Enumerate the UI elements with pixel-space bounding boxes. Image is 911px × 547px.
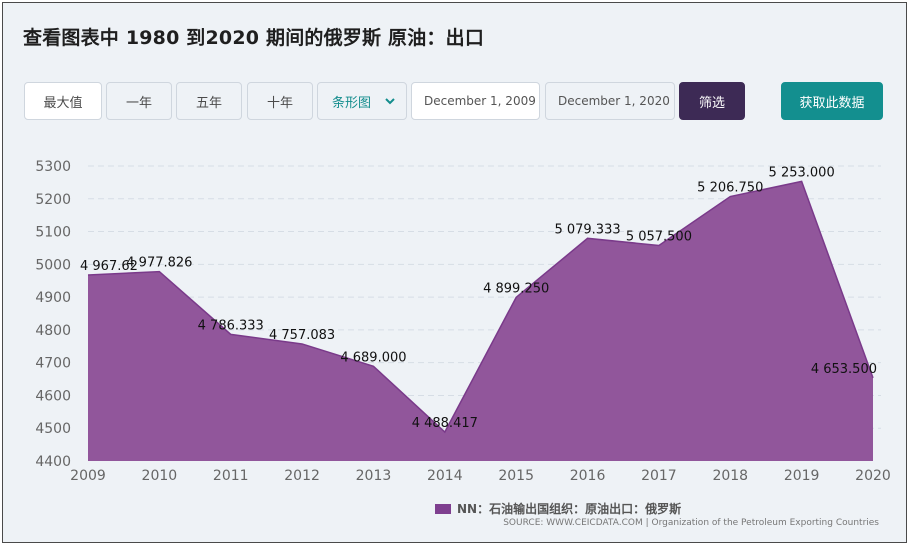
x-tick-label: 2014 [427, 468, 463, 484]
y-tick-label: 4700 [35, 356, 71, 372]
x-tick-label: 2017 [641, 468, 677, 484]
area-chart: 4400 4500 4600 4700 4800 4900 5000 5100 5200 5300… [35, 159, 891, 484]
data-label: 4 786.333 [198, 318, 264, 333]
x-tick-label: 2012 [284, 468, 320, 484]
y-tick-label: 5200 [35, 192, 71, 208]
x-tick-label: 2019 [784, 468, 820, 484]
data-label: 5 206.750 [697, 181, 763, 196]
data-label: 5 079.333 [554, 222, 620, 237]
data-label: 5 253.000 [769, 165, 835, 180]
data-label: 4 653.500 [811, 362, 877, 377]
x-tick-label: 2010 [142, 468, 178, 484]
y-tick-label: 4500 [35, 421, 71, 437]
data-label: 5 057.500 [626, 229, 692, 244]
data-label: 4 899.250 [483, 281, 549, 296]
legend-label: NN：石油输出国组织：原油出口：俄罗斯 [457, 502, 682, 516]
x-tick-label: 2013 [356, 468, 392, 484]
x-tick-label: 2015 [498, 468, 534, 484]
legend-swatch [435, 503, 451, 514]
y-tick-label: 4400 [35, 454, 71, 470]
x-tick-label: 2018 [712, 468, 748, 484]
data-label: 4 757.083 [269, 328, 335, 343]
x-tick-label: 2020 [855, 468, 891, 484]
legend: NN：石油输出国组织：原油出口：俄罗斯 [435, 500, 681, 517]
data-label: 4 488.417 [412, 416, 478, 431]
chart-panel: 查看图表中 1980 到2020 期间的俄罗斯 原油：出口 最大值 一年 五年 … [2, 2, 907, 543]
y-tick-label: 5100 [35, 225, 71, 241]
x-tick-label: 2016 [570, 468, 606, 484]
x-tick-label: 2011 [213, 468, 249, 484]
data-label: 4 689.000 [340, 350, 406, 365]
y-tick-label: 4900 [35, 290, 71, 306]
y-tick-label: 4600 [35, 388, 71, 404]
x-tick-label: 2009 [70, 468, 106, 484]
source-note: SOURCE: WWW.CEICDATA.COM | Organization … [503, 518, 879, 528]
data-label: 4 977.826 [126, 256, 192, 271]
y-tick-label: 5000 [35, 257, 71, 273]
y-tick-label: 4800 [35, 323, 71, 339]
x-axis-ticks: 2009 2010 2011 2012 2013 2014 2015 2016 2017 2018… [70, 468, 891, 484]
y-tick-label: 5300 [35, 159, 71, 175]
y-axis-ticks: 4400 4500 4600 4700 4800 4900 5000 5100 5200 5300 [35, 159, 71, 470]
